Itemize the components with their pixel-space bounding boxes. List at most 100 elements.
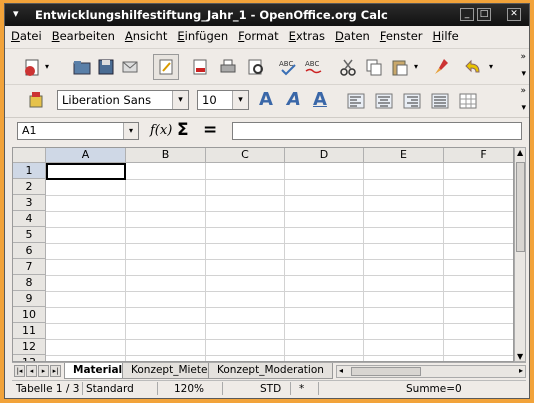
tab-konzept-miete[interactable]: Konzept_Miete	[122, 363, 217, 379]
row-header[interactable]: 11	[13, 323, 46, 339]
column-header-b[interactable]: B	[126, 148, 206, 163]
row-header[interactable]: 5	[13, 227, 46, 243]
new-dropdown-arrow-icon[interactable]: ▾	[45, 62, 49, 71]
status-separator	[318, 382, 319, 395]
title-bar[interactable]: ▾ Entwicklungshilfestiftung_Jahr_1 - Ope…	[5, 4, 529, 26]
font-name-dropdown[interactable]: Liberation Sans ▾	[57, 90, 189, 110]
chevron-down-icon[interactable]: ▾	[172, 91, 188, 109]
formula-input[interactable]	[232, 122, 522, 140]
menu-einfuegen[interactable]: Einfügen	[177, 29, 228, 43]
scroll-right-icon[interactable]: ▸	[519, 366, 523, 375]
menu-fenster[interactable]: Fenster	[380, 29, 423, 43]
status-bar: Tabelle 1 / 3 Standard 120% STD * Summe=…	[12, 380, 526, 396]
styles-formatting-icon[interactable]	[25, 89, 47, 111]
row-header[interactable]: 3	[13, 195, 46, 211]
tab-konzept-moderation[interactable]: Konzept_Moderation	[208, 363, 333, 379]
format-paintbrush-icon[interactable]	[431, 56, 453, 78]
spreadsheet-grid[interactable]: A B C D E F 1 2 3 4 5 6 7 8 9 10 11 12 1…	[12, 147, 514, 362]
row-header[interactable]: 8	[13, 275, 46, 291]
menu-extras[interactable]: Extras	[289, 29, 325, 43]
column-header-d[interactable]: D	[285, 148, 364, 163]
cut-icon[interactable]	[337, 56, 359, 78]
row-header[interactable]: 2	[13, 179, 46, 195]
row-header[interactable]: 12	[13, 339, 46, 355]
window-menu-button[interactable]: ▾	[13, 7, 19, 20]
autospellcheck-icon[interactable]: ABC	[303, 56, 325, 78]
horizontal-scrollbar[interactable]: ◂ ▸	[336, 365, 526, 378]
maximize-button[interactable]: □	[477, 8, 491, 21]
scroll-up-icon[interactable]: ▲	[517, 148, 523, 157]
selection-mode[interactable]: STD	[260, 383, 281, 395]
edit-mode-icon[interactable]	[153, 54, 179, 80]
menu-daten[interactable]: Daten	[335, 29, 370, 43]
scrollbar-thumb[interactable]	[516, 162, 525, 252]
row-header[interactable]: 7	[13, 259, 46, 275]
open-folder-icon[interactable]	[71, 56, 93, 78]
mail-icon[interactable]	[119, 56, 141, 78]
merge-cells-icon[interactable]	[457, 90, 479, 112]
menu-ansicht[interactable]: Ansicht	[125, 29, 167, 43]
align-center-icon[interactable]	[373, 90, 395, 112]
align-left-icon[interactable]	[345, 90, 367, 112]
toolbar-overflow-icon[interactable]: »	[520, 52, 526, 62]
scrollbar-thumb[interactable]	[351, 367, 421, 376]
chevron-down-icon[interactable]: ▾	[232, 91, 248, 109]
row-header[interactable]: 6	[13, 243, 46, 259]
undo-icon[interactable]	[463, 56, 485, 78]
minimize-button[interactable]: _	[460, 8, 474, 21]
save-icon[interactable]	[95, 56, 117, 78]
align-right-icon[interactable]	[401, 90, 423, 112]
paste-dropdown-arrow-icon[interactable]: ▾	[414, 62, 418, 71]
chevron-down-icon[interactable]: ▾	[123, 123, 138, 139]
last-sheet-icon[interactable]: ▸|	[50, 365, 61, 377]
svg-text:ABC: ABC	[305, 60, 319, 68]
menu-bearbeiten[interactable]: Bearbeiten	[52, 29, 115, 43]
modified-indicator: *	[299, 383, 305, 395]
copy-icon[interactable]	[363, 56, 385, 78]
print-icon[interactable]	[217, 56, 239, 78]
toolbar-overflow-icon[interactable]: »	[520, 86, 526, 96]
italic-icon[interactable]: A	[287, 89, 301, 110]
scroll-left-icon[interactable]: ◂	[339, 366, 343, 375]
sum-icon[interactable]: Σ	[177, 120, 189, 140]
zoom-level[interactable]: 120%	[174, 383, 204, 395]
new-document-icon[interactable]	[21, 56, 43, 78]
menu-datei[interactable]: Datei	[11, 29, 42, 43]
function-wizard-icon[interactable]: f(x)	[150, 123, 172, 138]
scroll-down-icon[interactable]: ▼	[517, 352, 523, 361]
next-sheet-icon[interactable]: ▸	[38, 365, 49, 377]
window-title: Entwicklungshilfestiftung_Jahr_1 - OpenO…	[35, 8, 388, 22]
row-header[interactable]: 1	[13, 163, 46, 179]
close-button[interactable]: ✕	[507, 8, 521, 21]
page-preview-icon[interactable]	[245, 56, 267, 78]
export-pdf-icon[interactable]	[189, 56, 211, 78]
menu-format[interactable]: Format	[238, 29, 279, 43]
underline-icon[interactable]: A	[313, 89, 327, 110]
row-header[interactable]: 13	[13, 355, 46, 361]
column-header-a[interactable]: A	[46, 148, 126, 163]
column-header-e[interactable]: E	[364, 148, 444, 163]
select-all-corner[interactable]	[13, 148, 46, 163]
vertical-scrollbar[interactable]: ▲ ▼	[514, 147, 526, 362]
page-style[interactable]: Standard	[86, 383, 134, 395]
toolbar-options-icon[interactable]: ▾	[521, 69, 526, 79]
sheet-info: Tabelle 1 / 3	[16, 383, 80, 395]
row-header[interactable]: 10	[13, 307, 46, 323]
paste-icon[interactable]	[389, 56, 411, 78]
undo-dropdown-arrow-icon[interactable]: ▾	[489, 62, 493, 71]
name-box[interactable]: A1 ▾	[17, 122, 139, 140]
row-header[interactable]: 9	[13, 291, 46, 307]
column-header-f[interactable]: F	[444, 148, 513, 163]
first-sheet-icon[interactable]: |◂	[14, 365, 25, 377]
prev-sheet-icon[interactable]: ◂	[26, 365, 37, 377]
menu-hilfe[interactable]: Hilfe	[433, 29, 459, 43]
toolbar-options-icon[interactable]: ▾	[521, 103, 526, 113]
spellcheck-icon[interactable]: ABC	[277, 56, 299, 78]
bold-icon[interactable]: A	[259, 89, 273, 110]
function-icon[interactable]: =	[203, 120, 217, 140]
row-header[interactable]: 4	[13, 211, 46, 227]
selected-cell-a1[interactable]	[46, 163, 126, 180]
font-size-dropdown[interactable]: 10 ▾	[197, 90, 249, 110]
column-header-c[interactable]: C	[206, 148, 285, 163]
justify-icon[interactable]	[429, 90, 451, 112]
